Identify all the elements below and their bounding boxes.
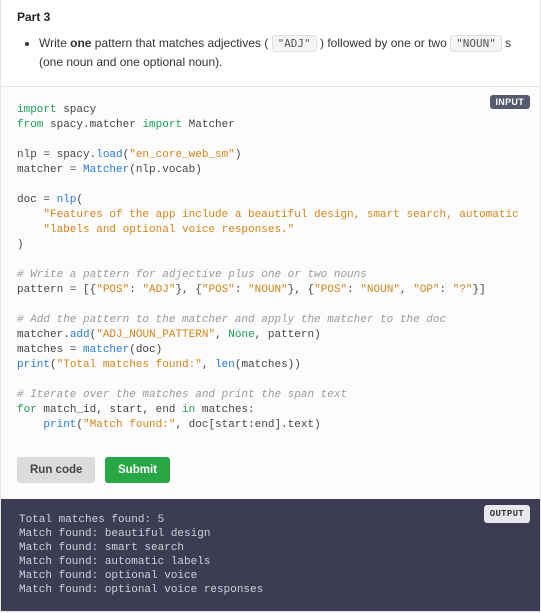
input-tag: INPUT [490,95,531,109]
submit-button[interactable]: Submit [105,457,170,483]
code-block: import spacy from spacy.matcher import M… [17,103,524,433]
button-row: Run code Submit [1,443,540,499]
run-code-button[interactable]: Run code [17,457,95,483]
part-section: Part 3 Write one pattern that matches ad… [1,0,540,87]
instruction-text: ) followed by one or two [317,36,450,50]
code-chip-noun: "NOUN" [450,35,502,52]
part-title: Part 3 [17,10,524,24]
output-text: Total matches found: 5 Match found: beau… [19,513,522,597]
output-panel: OUTPUT Total matches found: 5 Match foun… [1,499,540,611]
code-chip-adj: "ADJ" [272,35,317,52]
code-editor[interactable]: INPUT import spacy from spacy.matcher im… [1,87,540,443]
instruction-text: Write [39,36,70,50]
instruction-text: pattern that matches adjectives ( [91,36,271,50]
exercise-container: Part 3 Write one pattern that matches ad… [0,0,541,612]
instruction-item: Write one pattern that matches adjective… [39,34,524,72]
instruction-bold: one [70,36,91,50]
output-tag: OUTPUT [484,505,530,523]
part-body: Write one pattern that matches adjective… [17,34,524,72]
